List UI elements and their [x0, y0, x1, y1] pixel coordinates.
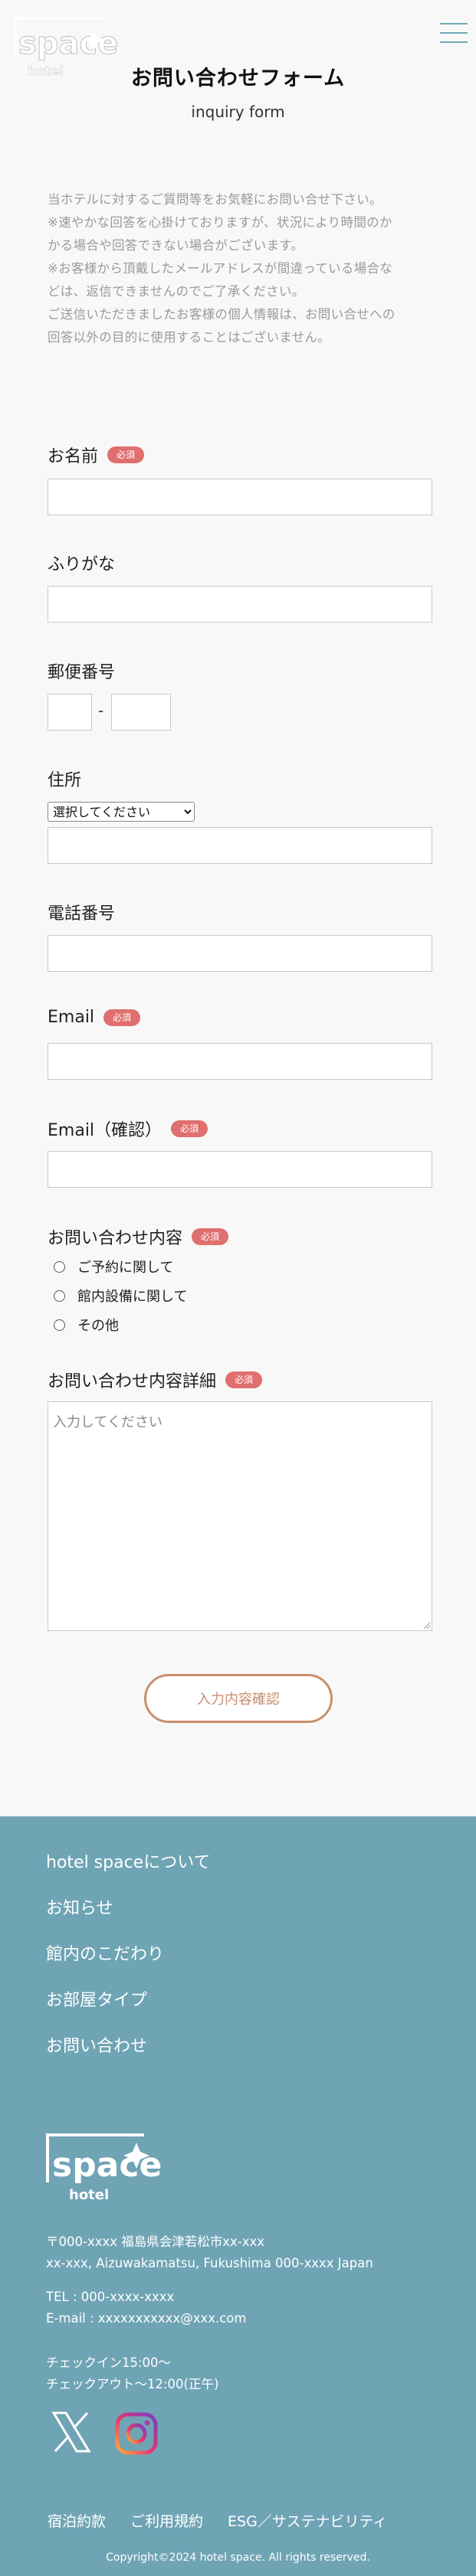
intro-line: ご送信いただきましたお客様の個人情報は、お問い合せへの [48, 307, 396, 322]
address-label: 住所 [48, 767, 81, 791]
furigana-label-text: ふりがな [48, 555, 116, 574]
svg-text:hotel: hotel [69, 2187, 109, 2203]
address-jp: 〒000-xxxx 福島県会津若松市xx-xxx [46, 2234, 265, 2249]
site-footer: hotel spaceについて お知らせ 館内のこだわり お部屋タイプ お問い合… [0, 1816, 476, 2576]
furigana-input[interactable] [48, 586, 432, 623]
intro-line: 回答以外の目的に使用することはございません。 [48, 330, 331, 345]
required-badge: 必須 [192, 1228, 229, 1245]
address-en: xx-xxx, Aizuwakamatsu, Fukushima 000-xxx… [46, 2256, 373, 2270]
address-input[interactable] [48, 827, 432, 864]
radio-circle-icon[interactable] [54, 1290, 65, 1302]
zip-separator: - [98, 701, 104, 720]
radio-facilities[interactable]: 館内設備に関して [54, 1286, 187, 1306]
hamburger-line [440, 23, 468, 25]
phone-input[interactable] [48, 935, 432, 972]
footer-tel: TEL : 000-xxxx-xxxx [46, 2290, 175, 2304]
svg-text:space: space [18, 26, 118, 61]
intro-line: ※お客様から頂戴したメールアドレスが間違っている場合な [48, 261, 393, 276]
inquiry-type-label-text: お問い合わせ内容 [48, 1229, 183, 1248]
footer-address: 〒000-xxxx 福島県会津若松市xx-xxx xx-xxx, Aizuwak… [46, 2231, 373, 2274]
footer-nav: hotel spaceについて お知らせ 館内のこだわり お部屋タイプ お問い合… [46, 1852, 211, 2081]
hamburger-line [440, 41, 468, 43]
instagram-icon[interactable] [115, 2412, 158, 2455]
footer-link-news[interactable]: お知らせ [46, 1898, 211, 1943]
footer-contact: TEL : 000-xxxx-xxxx E-mail : xxxxxxxxxxx… [46, 2287, 246, 2329]
detail-textarea[interactable] [48, 1401, 432, 1631]
email-confirm-label: Email（確認） 必須 [48, 1116, 208, 1141]
confirm-button[interactable]: 入力内容確認 [144, 1674, 333, 1723]
intro-line: 当ホテルに対するご質問等をお気軽にお問い合せ下さい。 [48, 192, 382, 207]
detail-label-text: お問い合わせ内容詳細 [48, 1372, 217, 1391]
zip-label: 郵便番号 [48, 659, 115, 683]
zip-first-input[interactable] [48, 694, 92, 731]
required-badge: 必須 [103, 1008, 141, 1026]
radio-label: ご予約に関して [77, 1260, 174, 1276]
name-label: お名前 必須 [48, 443, 145, 467]
page-title: お問い合わせフォーム [130, 67, 346, 90]
email-label-text: Email [48, 1008, 95, 1027]
intro-line: ※速やかな回答を心掛けておりますが、状況により時間のか [48, 215, 392, 230]
footer-checkin: チェックイン15:00〜 チェックアウト〜12:00(正午) [46, 2352, 218, 2395]
page-subtitle: inquiry form [191, 103, 285, 121]
phone-label-text: 電話番号 [48, 904, 116, 924]
footer-link-features[interactable]: 館内のこだわり [46, 1943, 211, 1989]
email-input[interactable] [48, 1043, 432, 1080]
required-badge: 必須 [107, 446, 145, 463]
radio-label: 館内設備に関して [77, 1289, 188, 1305]
required-badge: 必須 [171, 1120, 208, 1137]
name-label-text: お名前 [48, 447, 99, 466]
phone-label: 電話番号 [48, 900, 115, 924]
terms-of-use-link[interactable]: ご利用規約 [130, 2510, 203, 2531]
hamburger-line [440, 32, 468, 34]
x-twitter-icon[interactable] [49, 2410, 94, 2454]
radio-circle-icon[interactable] [54, 1319, 65, 1331]
esg-link[interactable]: ESG／サステナビリティ [228, 2510, 387, 2531]
footer-link-contact[interactable]: お問い合わせ [46, 2035, 211, 2081]
checkout-time: チェックアウト〜12:00(正午) [46, 2377, 219, 2391]
svg-text:space: space [52, 2146, 162, 2185]
checkin-time: チェックイン15:00〜 [46, 2355, 172, 2370]
radio-reservation[interactable]: ご予約に関して [54, 1257, 173, 1277]
email-confirm-input[interactable] [48, 1151, 432, 1188]
email-confirm-label-text: Email（確認） [48, 1121, 162, 1140]
radio-other[interactable]: その他 [54, 1315, 119, 1335]
menu-hamburger-icon[interactable] [440, 23, 468, 43]
prefecture-select[interactable]: 選択してください [48, 802, 195, 822]
intro-line: かる場合や回答できない場合がございます。 [48, 238, 304, 253]
address-label-text: 住所 [48, 771, 82, 790]
inquiry-type-label: お問い合わせ内容 必須 [48, 1224, 229, 1249]
email-label: Email 必須 [48, 1008, 141, 1027]
footer-link-about[interactable]: hotel spaceについて [46, 1852, 211, 1898]
resize-grip-icon[interactable] [422, 1620, 431, 1630]
name-input[interactable] [48, 479, 432, 515]
footer-email: E-mail : xxxxxxxxxxx@xxx.com [46, 2311, 247, 2326]
intro-text: 当ホテルに対するご質問等をお気軽にお問い合せ下さい。 ※速やかな回答を心掛けてお… [48, 188, 431, 349]
footer-legal-links: 宿泊約款 ご利用規約 ESG／サステナビリティ [48, 2510, 387, 2531]
terms-of-stay-link[interactable]: 宿泊約款 [48, 2510, 106, 2531]
zip-label-text: 郵便番号 [48, 663, 116, 682]
furigana-label: ふりがな [48, 551, 115, 575]
radio-label: その他 [77, 1318, 119, 1334]
footer-link-rooms[interactable]: お部屋タイプ [46, 1989, 211, 2035]
detail-label: お問い合わせ内容詳細 必須 [48, 1368, 263, 1392]
copyright: Copyright©2024 hotel space. All rights r… [106, 2551, 370, 2564]
required-badge: 必須 [225, 1371, 263, 1388]
radio-circle-icon[interactable] [54, 1260, 65, 1273]
intro-line: どは、返信できませんのでご了承ください。 [48, 284, 305, 299]
zip-second-input[interactable] [111, 694, 171, 731]
footer-logo[interactable]: space hotel [44, 2127, 167, 2204]
